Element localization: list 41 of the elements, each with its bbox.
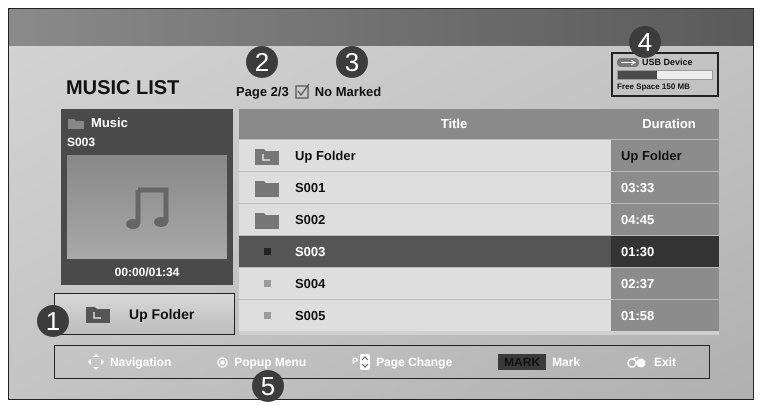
p-key-label: P [352,355,358,368]
column-header: Duration [641,115,697,134]
arrows-icon [88,354,104,370]
help-label: Popup Menu [234,354,306,371]
playback-time: 00:00/01:34 [114,264,180,281]
duration-cell-text: 03:33 [621,178,654,197]
column-header: Title [440,115,468,134]
up-folder-icon [85,304,111,324]
file-row[interactable]: S004 02:37 [239,267,719,299]
page-indicator: Page 2/3 [236,82,289,101]
up-down-key-icon [360,354,370,370]
help-label: Navigation [110,354,172,371]
file-row[interactable]: Up Folder Up Folder [239,139,719,171]
duration-cell-text: 01:58 [621,306,654,325]
ok-button-icon [217,356,228,368]
duration-cell-text: 02:37 [621,274,654,293]
help-label: Page Change [376,354,452,371]
track-name: S003 [67,134,96,150]
file-row[interactable]: S001 03:33 [239,171,719,203]
title-cell-text: S004 [295,274,326,293]
file-row[interactable]: S002 04:45 [239,203,719,235]
help-label: Exit [654,354,676,371]
marked-label: No Marked [314,82,382,100]
title-cell-text: S001 [295,178,326,197]
title-cell-text: S005 [295,306,326,325]
duration-cell-text: 04:45 [621,210,654,229]
category-label: Music [91,114,128,132]
title-cell-text: S003 [295,242,326,261]
back-key-icon [626,356,648,368]
usb-icon [617,58,639,67]
free-space-label: Free Space 150 MB [617,81,691,93]
duration-cell-text: Up Folder [621,146,682,165]
title-cell-text: S002 [295,210,326,229]
music-folder-icon [67,116,85,129]
file-row[interactable]: S005 01:58 [239,299,719,331]
help-label: Mark [552,354,580,371]
screen-title: MUSIC LIST [66,76,180,101]
file-row[interactable]: S003 01:30 [239,235,719,267]
title-cell-text: Up Folder [295,146,357,165]
duration-cell-text: 01:30 [621,242,654,261]
usb-device-label: USB Device [642,56,693,68]
